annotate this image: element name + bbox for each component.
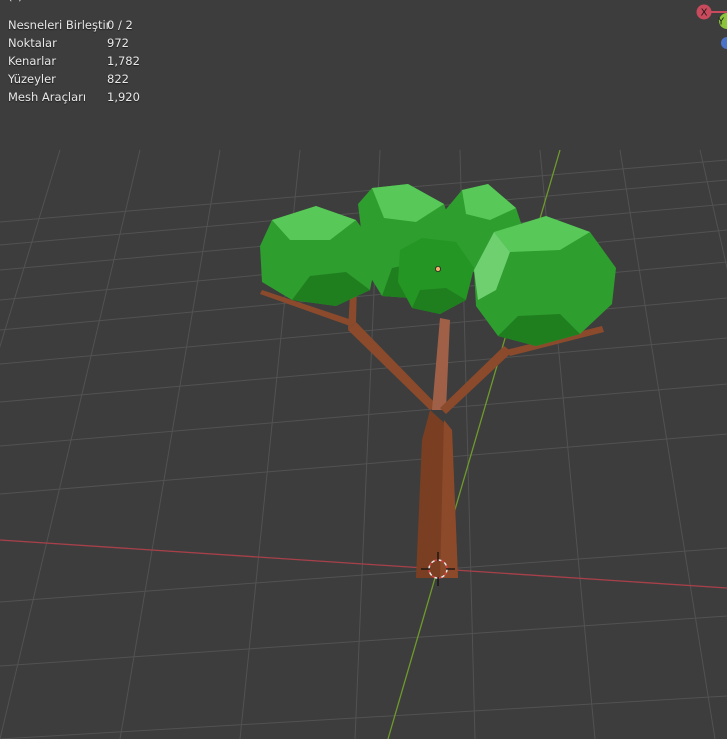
stat-label: Nesneleri Birleştir (8, 18, 111, 32)
origin-point (434, 265, 441, 272)
gizmo-y-label: Y (717, 17, 725, 28)
gizmo-z-axis[interactable] (721, 37, 727, 49)
stat-label: Noktalar (8, 36, 57, 50)
navigation-gizmo[interactable]: X Y (687, 0, 727, 56)
stat-row-vertices: Noktalar 972 (8, 34, 140, 52)
stat-value: 1,920 (107, 90, 140, 104)
3d-viewport[interactable] (0, 0, 727, 739)
branch-right (440, 346, 512, 414)
foliage-right (474, 216, 616, 346)
stat-value: 1,782 (107, 54, 140, 68)
stat-row-objects: Nesneleri Birleştir 0 / 2 (8, 16, 140, 34)
tree-model[interactable] (260, 184, 616, 578)
stat-label: Yüzeyler (8, 72, 56, 86)
viewport-canvas[interactable] (0, 0, 727, 739)
gizmo-x-label: X (701, 8, 708, 19)
stat-row-triangles: Mesh Araçları 1,920 (8, 88, 140, 106)
stat-label: Kenarlar (8, 54, 57, 68)
gizmo-canvas: X Y (696, 4, 727, 49)
stat-value: 0 / 2 (107, 18, 133, 32)
stat-row-edges: Kenarlar 1,782 (8, 52, 140, 70)
stat-row-faces: Yüzeyler 822 (8, 70, 140, 88)
viewport-statistics: Nesneleri Birleştir 0 / 2 Noktalar 972 K… (8, 16, 140, 106)
stat-value: 972 (107, 36, 129, 50)
branch-left (348, 322, 438, 410)
stat-value: 822 (107, 72, 129, 86)
stat-label: Mesh Araçları (8, 90, 87, 104)
overlay-header-cut: ( ) · · · · · · · · · · (8, 0, 117, 3)
